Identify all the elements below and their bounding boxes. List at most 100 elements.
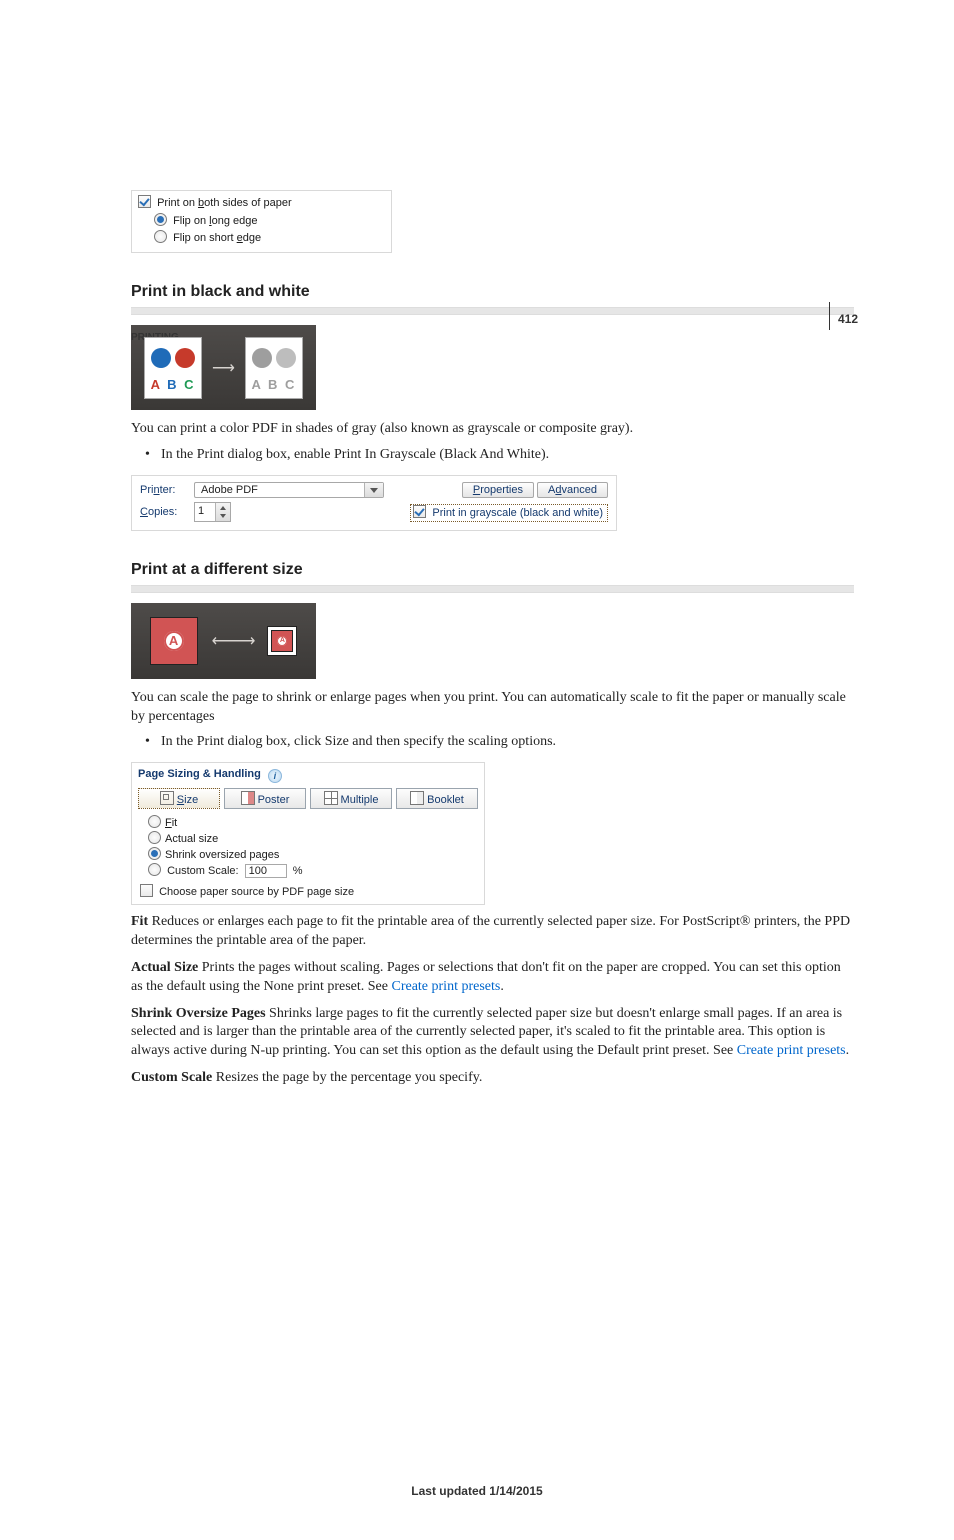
- link-create-presets[interactable]: Create print presets: [737, 1043, 846, 1058]
- label-fragment: Flip on: [173, 215, 209, 227]
- term: Shrink Oversize Pages: [131, 1006, 266, 1021]
- properties-button[interactable]: Properties: [462, 482, 534, 498]
- stepper-value: 1: [198, 505, 204, 517]
- small-square-outer: A: [267, 626, 297, 656]
- custom-scale-input[interactable]: 100: [245, 864, 287, 878]
- page-number-wrap: 412: [829, 308, 858, 330]
- label-fragment: ter:: [160, 484, 176, 496]
- label-fragment: ize: [184, 794, 198, 806]
- tab-booklet[interactable]: Booklet: [396, 788, 478, 809]
- option-label: Custom Scale:: [167, 865, 239, 877]
- radio-icon[interactable]: [154, 230, 167, 243]
- opt-shrink: Shrink oversized pages: [148, 847, 478, 861]
- figure-color-to-gray: A B C ⟶ A B C: [131, 325, 316, 410]
- dropdown-value: Adobe PDF: [201, 484, 258, 496]
- heading-rule: [131, 307, 854, 315]
- printer-label: Printer:: [138, 480, 192, 500]
- opt-paper-source: Choose paper source by PDF page size: [140, 884, 478, 898]
- footer-updated: Last updated 1/14/2015: [0, 1484, 954, 1498]
- label-fragment: vanced: [562, 484, 597, 496]
- option-label: Shrink oversized pages: [165, 849, 279, 861]
- heading-rule: [131, 585, 854, 593]
- def-shrink: Shrink Oversize Pages Shrinks large page…: [131, 1005, 854, 1062]
- definition-text: Reduces or enlarges each page to fit the…: [131, 914, 850, 948]
- large-square: A: [150, 617, 198, 665]
- radio-icon[interactable]: [148, 847, 161, 860]
- label-fragment: Pri: [140, 484, 153, 496]
- checkbox-icon[interactable]: [140, 884, 153, 897]
- list-item: In the Print dialog box, enable Print In…: [131, 445, 854, 465]
- dot-icon: [276, 348, 296, 368]
- percent-label: %: [293, 865, 303, 877]
- booklet-icon: [410, 791, 424, 805]
- figure-page-sizing: Page Sizing & Handling i Size Poster Mul…: [131, 762, 485, 905]
- letter: C: [184, 377, 195, 392]
- checkbox-icon[interactable]: [138, 195, 151, 208]
- dot-icon: [175, 348, 195, 368]
- opt-actual: Actual size: [148, 831, 478, 845]
- advanced-button[interactable]: Advanced: [537, 482, 608, 498]
- grayscale-focus: Print in grayscale (black and white): [410, 504, 608, 522]
- checkbox-icon[interactable]: [413, 505, 426, 518]
- label-fragment: roperties: [480, 484, 523, 496]
- arrow-icon: ⟶: [212, 358, 235, 378]
- printer-dropdown[interactable]: Adobe PDF: [194, 482, 384, 498]
- tab-size[interactable]: Size: [138, 788, 220, 809]
- label-fragment: ong edge: [212, 215, 258, 227]
- small-square-inner: A: [271, 630, 293, 652]
- size-icon: [160, 791, 174, 805]
- tile-color: A B C: [144, 337, 202, 399]
- panel-title: Page Sizing & Handling: [138, 768, 261, 780]
- dot-icon: [252, 348, 272, 368]
- tab-poster[interactable]: Poster: [224, 788, 306, 809]
- figure-printer-row: Printer: Adobe PDF Properties Advanced: [131, 475, 617, 531]
- tab-label: Multiple: [341, 794, 379, 806]
- term: Custom Scale: [131, 1070, 212, 1085]
- figure-scale: A ⟵⟶ A: [131, 603, 316, 679]
- double-arrow-icon: ⟵⟶: [212, 631, 254, 651]
- figure-both-sides: Print on both sides of paper Flip on lon…: [131, 190, 392, 253]
- heading-size: Print at a different size: [131, 561, 854, 579]
- tile-gray: A B C: [245, 337, 303, 399]
- flip-long-option: Flip on long edge: [154, 213, 257, 229]
- radio-icon[interactable]: [148, 815, 161, 828]
- letter-a-icon: A: [277, 636, 287, 646]
- spinner-icon: [215, 503, 230, 521]
- copies-label: Copies:: [138, 500, 192, 524]
- label-fragment: Print on: [157, 197, 198, 209]
- label-fragment: dge: [243, 232, 261, 244]
- info-icon[interactable]: i: [268, 769, 282, 783]
- tab-multiple[interactable]: Multiple: [310, 788, 392, 809]
- copies-stepper[interactable]: 1: [194, 502, 231, 522]
- radio-icon[interactable]: [154, 213, 167, 226]
- flip-short-option: Flip on short edge: [154, 230, 261, 246]
- opt-custom: Custom Scale: 100 %: [148, 863, 478, 878]
- letters: A B C: [246, 377, 302, 392]
- poster-icon: [241, 791, 255, 805]
- radio-icon[interactable]: [148, 863, 161, 876]
- page-number-bar: [829, 302, 830, 330]
- tab-label: Poster: [258, 794, 290, 806]
- letter: B: [167, 377, 178, 392]
- letters: A B C: [145, 377, 201, 392]
- label-fragment: opies:: [148, 506, 177, 518]
- grayscale-label: Print in grayscale (black and white): [432, 507, 603, 519]
- page-number: 412: [838, 312, 858, 326]
- def-custom: Custom Scale Resizes the page by the per…: [131, 1069, 854, 1088]
- link-create-presets[interactable]: Create print presets: [391, 979, 500, 994]
- definition-text: Resizes the page by the percentage you s…: [212, 1070, 482, 1085]
- radio-icon[interactable]: [148, 831, 161, 844]
- letter: A: [151, 377, 162, 392]
- term: Actual Size: [131, 960, 198, 975]
- chevron-down-icon: [364, 483, 383, 497]
- dot-icon: [151, 348, 171, 368]
- def-actual: Actual Size Prints the pages without sca…: [131, 959, 854, 997]
- list-item: In the Print dialog box, click Size and …: [131, 732, 854, 752]
- label-fragment: oth sides of paper: [204, 197, 291, 209]
- def-fit: Fit Reduces or enlarges each page to fit…: [131, 913, 854, 951]
- access-key: C: [140, 506, 148, 518]
- label-fragment: Flip on short: [173, 232, 237, 244]
- label-fragment: it: [172, 817, 178, 829]
- label-fragment: rayscale (black and white): [476, 507, 603, 519]
- tab-label: Booklet: [427, 794, 464, 806]
